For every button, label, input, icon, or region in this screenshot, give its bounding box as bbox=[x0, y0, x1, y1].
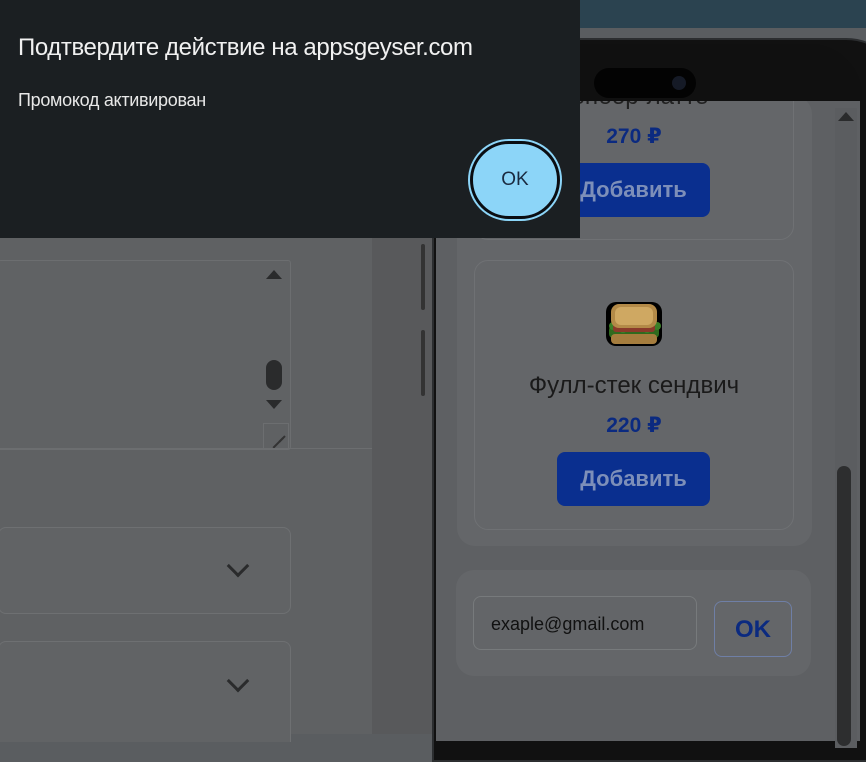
panel-scrollbar[interactable] bbox=[421, 244, 425, 310]
product-name: Фулл-стек сендвич bbox=[528, 372, 740, 399]
dialog-title: Подтвердите действие на appsgeyser.com bbox=[18, 34, 473, 61]
panel-scrollbar[interactable] bbox=[421, 330, 425, 396]
sandwich-icon bbox=[606, 302, 662, 346]
add-to-cart-button[interactable]: Добавить bbox=[557, 452, 710, 506]
section-divider bbox=[0, 448, 372, 449]
promo-ok-button[interactable]: OK bbox=[714, 601, 792, 657]
editor-gutter bbox=[372, 238, 432, 734]
browser-top-strip bbox=[580, 0, 866, 28]
product-price: 220 ₽ bbox=[606, 414, 662, 437]
confirm-dialog: Подтвердите действие на appsgeyser.com П… bbox=[0, 0, 580, 238]
textarea-resize-handle-icon[interactable] bbox=[263, 423, 289, 449]
dialog-ok-button[interactable]: OK bbox=[470, 141, 560, 219]
dropdown-select-1[interactable] bbox=[0, 527, 291, 614]
dialog-message: Промокод активирован bbox=[18, 90, 206, 110]
textarea-scroll-up-icon[interactable] bbox=[266, 270, 282, 279]
page-scroll-thumb[interactable] bbox=[837, 466, 851, 746]
promo-email-input[interactable]: exaple@gmail.com bbox=[473, 596, 697, 650]
description-textarea[interactable] bbox=[0, 260, 291, 450]
camera-icon bbox=[672, 76, 686, 90]
dropdown-select-2[interactable] bbox=[0, 641, 291, 742]
scroll-up-icon[interactable] bbox=[838, 112, 854, 121]
textarea-scroll-thumb[interactable] bbox=[266, 360, 282, 390]
textarea-scroll-down-icon[interactable] bbox=[266, 400, 282, 409]
